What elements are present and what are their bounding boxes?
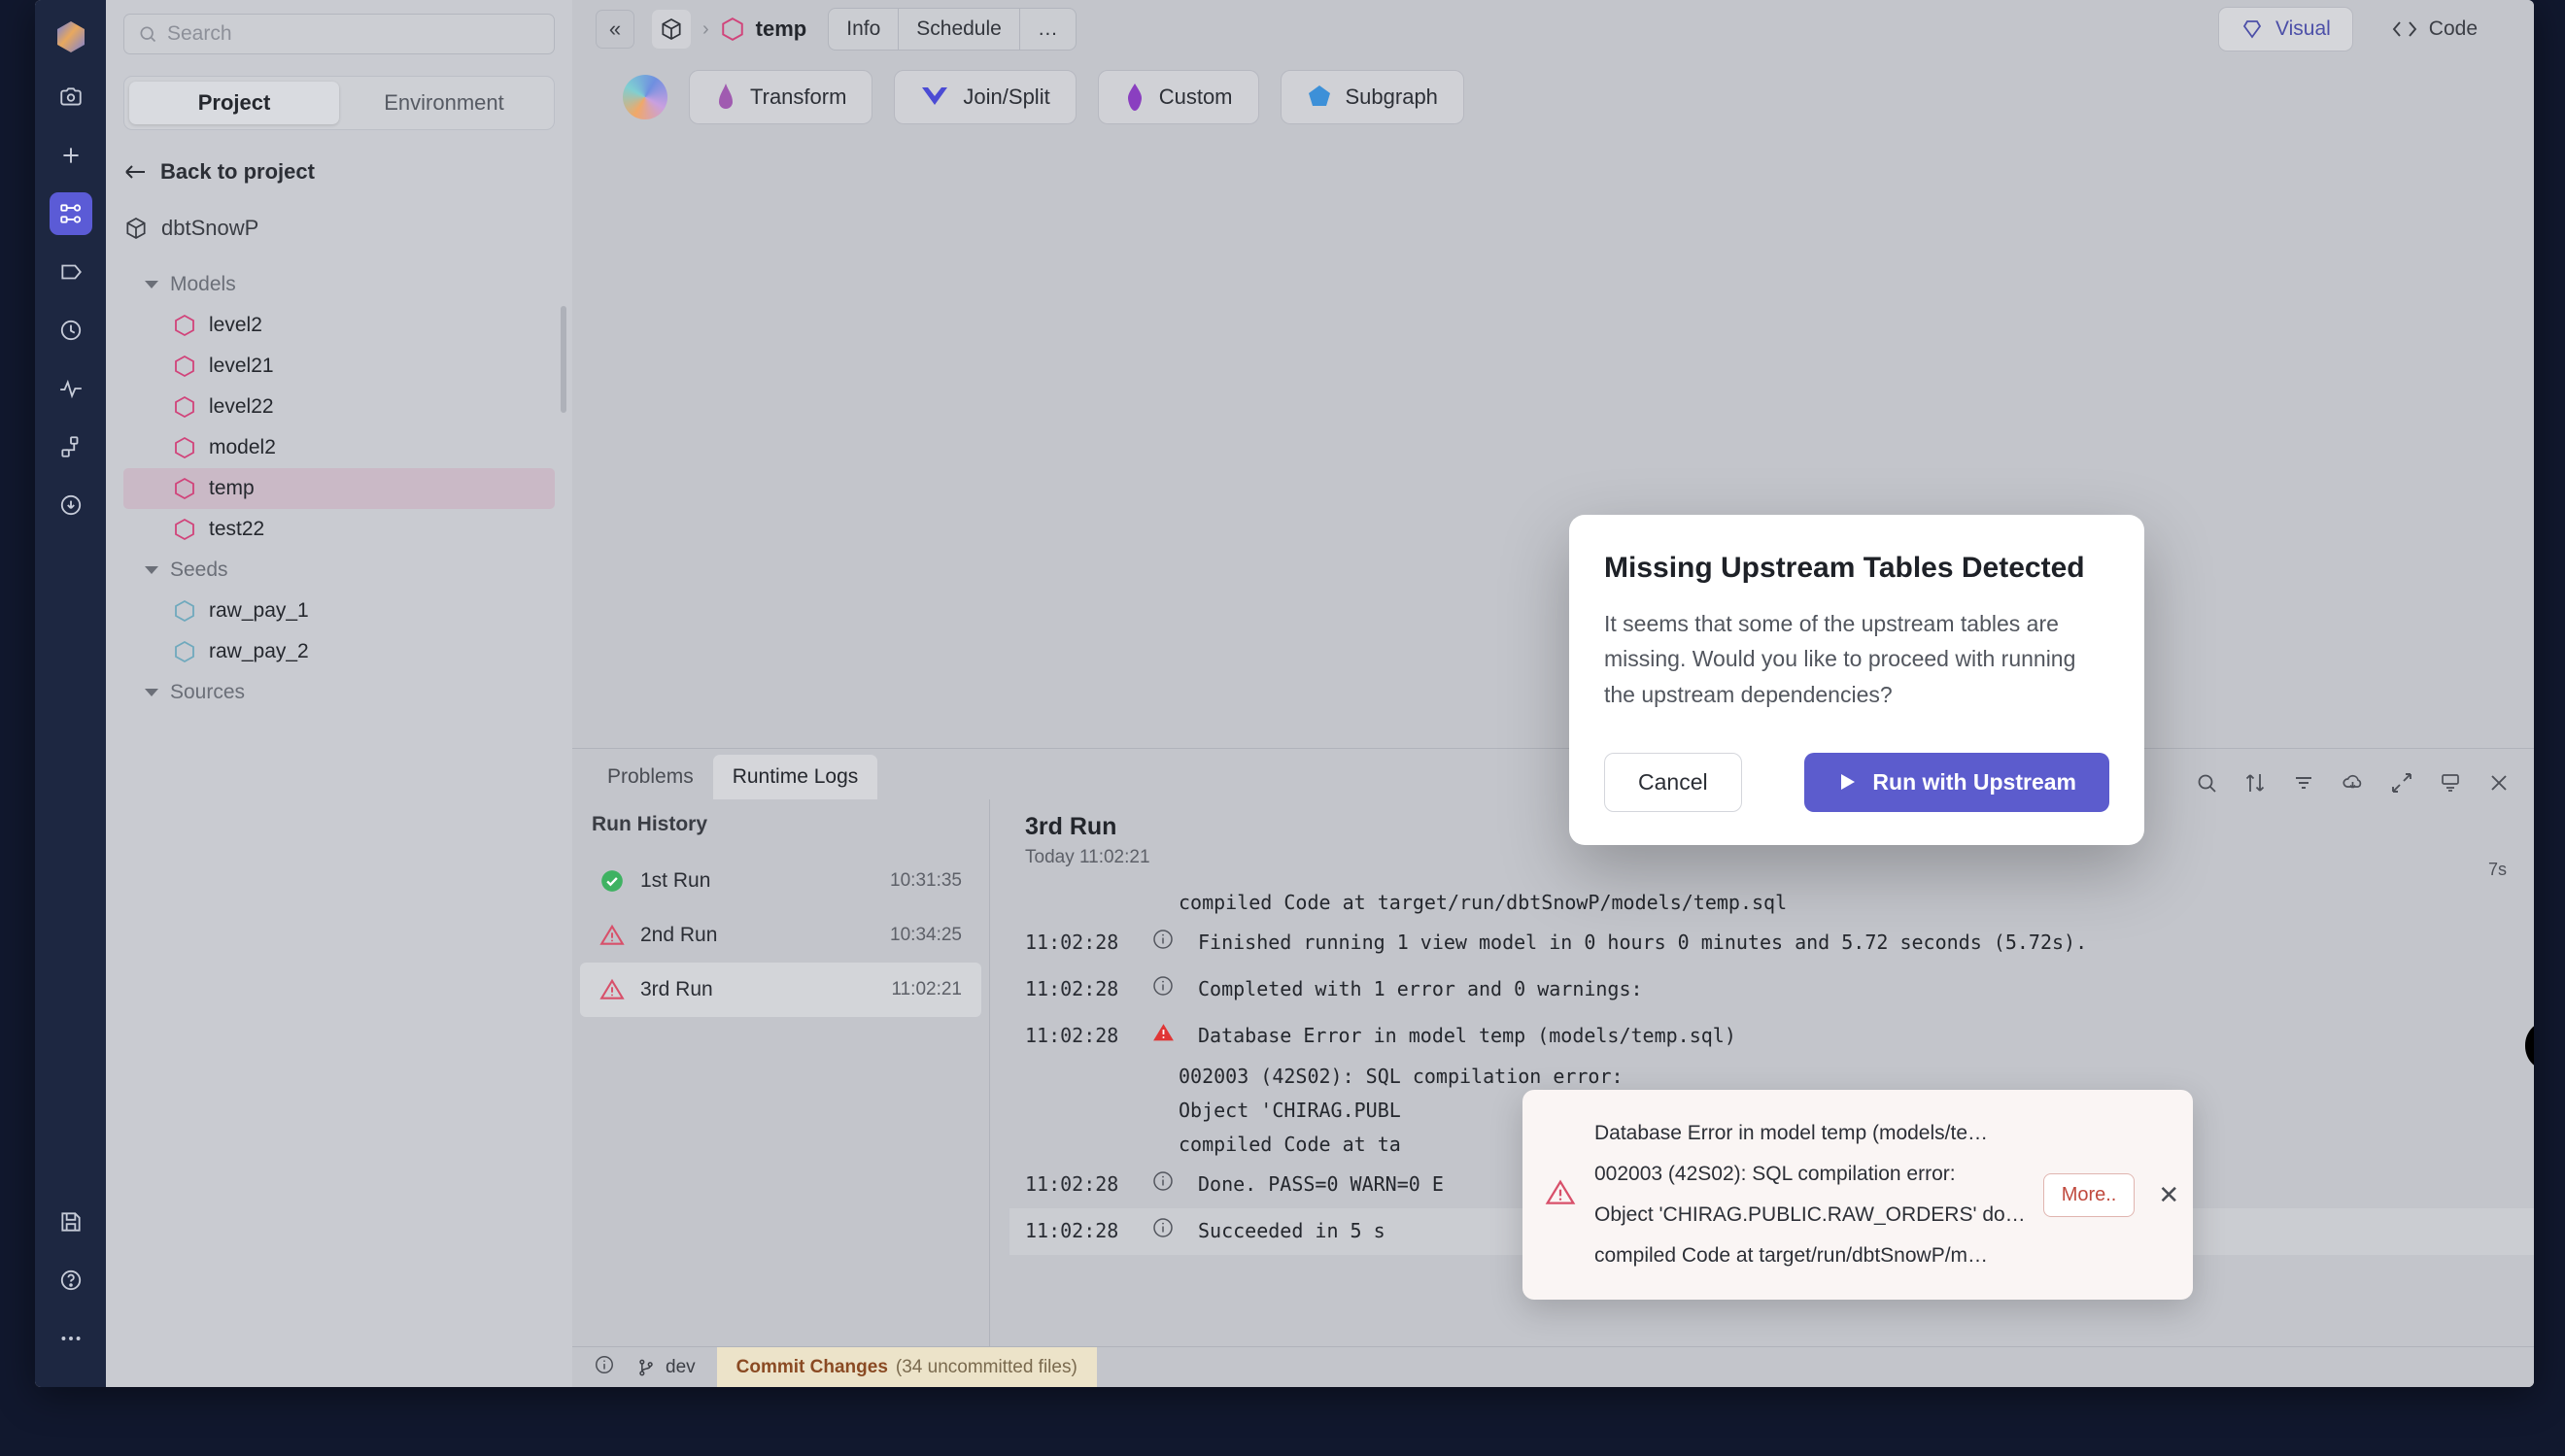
tree-item-label: level2 [209,314,262,336]
tree-group-label: Models [170,273,236,295]
download-circle-icon[interactable] [50,484,92,526]
cube-icon [126,218,146,239]
modal-title: Missing Upstream Tables Detected [1604,552,2085,584]
clock-icon[interactable] [50,309,92,352]
run-with-upstream-label: Run with Upstream [1872,768,2076,795]
chevron-down-icon [145,689,158,696]
graph-nodes-icon[interactable] [49,192,92,235]
tab-environment[interactable]: Environment [339,82,549,124]
floppy-icon[interactable] [50,1201,92,1243]
search-input[interactable]: Search [123,14,555,54]
sidebar-scrollbar[interactable] [561,306,566,413]
ellipsis-icon[interactable] [50,1317,92,1360]
project-name: dbtSnowP [161,216,259,240]
app-logo-icon [50,16,92,58]
hexagon-icon [175,314,194,337]
tree-item-temp[interactable]: temp [123,468,555,509]
chevron-down-icon [145,281,158,288]
hexagon-icon [175,477,194,500]
modal-actions: Cancel Run with Upstream [1604,752,2109,812]
hexagon-icon [175,518,194,541]
tree-item-label: raw_pay_1 [209,599,309,622]
left-rail [35,0,106,1387]
question-circle-icon[interactable] [50,1259,92,1302]
application-window: Search Project Environment Back to proje… [35,0,2534,1387]
tree-item-label: level22 [209,395,274,418]
project-sidebar: Search Project Environment Back to proje… [106,0,572,1387]
tree-item-level2[interactable]: level2 [123,305,555,346]
tree-item-label: temp [209,477,255,499]
back-to-project-link[interactable]: Back to project [123,159,555,185]
tag-icon[interactable] [50,251,92,293]
flow-icon[interactable] [50,425,92,468]
tree-item-label: test22 [209,518,265,540]
project-tree: Models level2 level21 level22 model2 tem… [123,264,555,713]
hexagon-icon [175,599,194,623]
arrow-left-icon [125,165,145,179]
main-area: « › temp Info Schedule … Visual Code Tra… [572,0,2534,1387]
hexagon-icon [175,355,194,378]
back-label: Back to project [160,159,315,184]
missing-upstream-modal: Missing Upstream Tables Detected It seem… [1569,515,2144,845]
tree-item-level22[interactable]: level22 [123,387,555,427]
desktop-background: Search Project Environment Back to proje… [0,0,2565,1456]
tree-item-raw-pay-2[interactable]: raw_pay_2 [123,631,555,672]
tree-group-label: Sources [170,681,246,703]
camera-folder-icon[interactable] [50,76,92,119]
play-icon [1841,774,1856,791]
tree-item-model2[interactable]: model2 [123,427,555,468]
sidebar-segmented-control: Project Environment [123,76,555,130]
tree-group-sources[interactable]: Sources [123,672,555,713]
run-with-upstream-button[interactable]: Run with Upstream [1804,752,2109,812]
modal-body: It seems that some of the upstream table… [1604,611,2076,707]
hexagon-icon [175,436,194,459]
tree-group-label: Seeds [170,559,228,581]
tree-item-test22[interactable]: test22 [123,509,555,550]
search-icon [140,26,156,43]
project-root[interactable]: dbtSnowP [123,216,555,241]
tree-item-label: raw_pay_2 [209,640,309,662]
tree-item-level21[interactable]: level21 [123,346,555,387]
cancel-button[interactable]: Cancel [1604,752,1742,812]
search-placeholder: Search [167,22,232,45]
tree-item-label: level21 [209,355,274,377]
tab-project[interactable]: Project [129,82,339,124]
chevron-down-icon [145,566,158,574]
tree-item-label: model2 [209,436,276,458]
tree-group-seeds[interactable]: Seeds [123,550,555,591]
hexagon-icon [175,395,194,419]
pulse-icon[interactable] [50,367,92,410]
plus-icon[interactable] [50,134,92,177]
modal-overlay: Missing Upstream Tables Detected It seem… [572,0,2534,1387]
hexagon-icon [175,640,194,663]
tree-item-raw-pay-1[interactable]: raw_pay_1 [123,591,555,631]
tree-group-models[interactable]: Models [123,264,555,305]
